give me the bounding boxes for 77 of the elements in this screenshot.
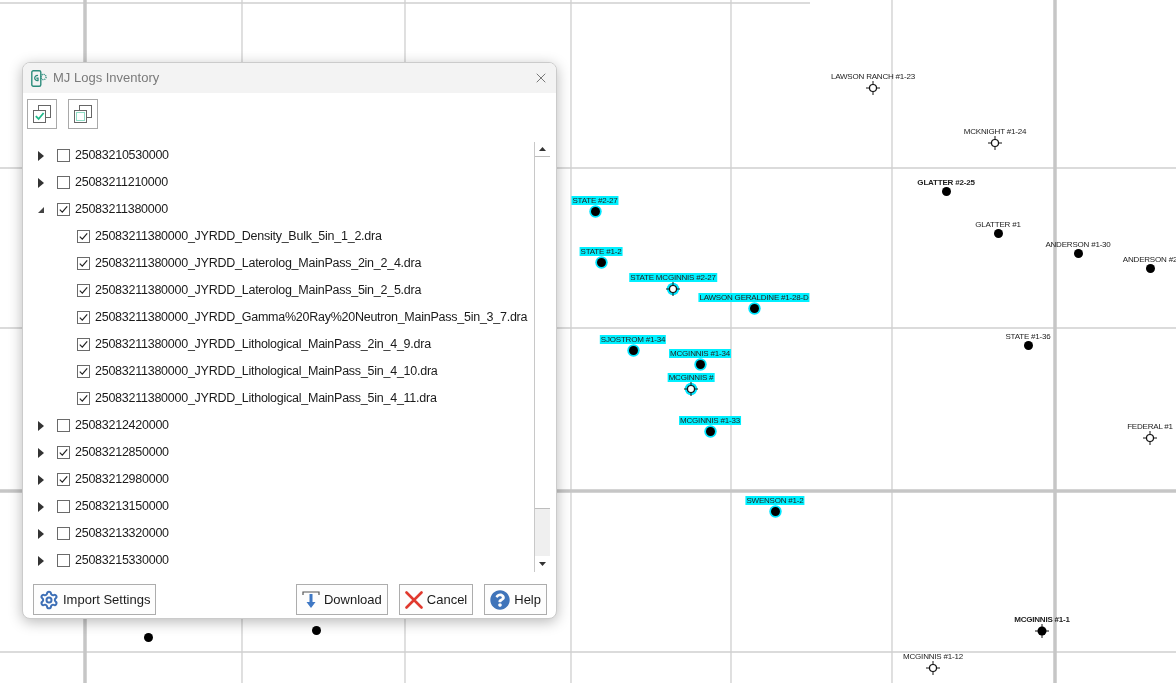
well-label: MCGINNIS # <box>667 373 715 382</box>
well-label: LAWSON RANCH #1-23 <box>829 72 917 81</box>
tree-item-label[interactable]: 25083211380000_JYRDD_Laterolog_MainPass_2in_2_4.dra <box>95 254 422 273</box>
well-label: STATE #2-27 <box>571 195 619 205</box>
well-label: MCKNIGHT #1-24 <box>962 127 1028 136</box>
caret-right-icon[interactable] <box>38 555 44 566</box>
caret-right-icon[interactable] <box>38 474 44 485</box>
caret-right-icon[interactable] <box>38 150 44 161</box>
well-label: GLATTER #1 <box>974 219 1022 229</box>
checkbox[interactable] <box>57 446 70 459</box>
tree-item-label[interactable]: 25083211380000_JYRDD_Laterolog_MainPass_5in_2_5.dra <box>95 281 422 300</box>
checkbox[interactable] <box>77 230 90 243</box>
caret-right-icon[interactable] <box>38 528 44 539</box>
tree-item-label[interactable]: 25083211210000 <box>75 173 168 192</box>
checkbox[interactable] <box>77 311 90 324</box>
caret-right-icon[interactable] <box>38 420 44 431</box>
well-label: MCGINNIS #1-34 <box>669 348 731 358</box>
well-label: FEDERAL #1 <box>1126 422 1174 431</box>
checkbox[interactable] <box>77 365 90 378</box>
well-label: MCGINNIS #1-12 <box>902 652 964 661</box>
caret-down-icon[interactable] <box>38 206 44 213</box>
tree-item-label[interactable]: 25083212980000 <box>75 470 169 489</box>
tree-item-label[interactable]: 25083213320000 <box>75 524 169 543</box>
well-label: STATE MCGINNIS #2-27 <box>629 273 717 282</box>
well-label: STATE #1-2 <box>579 246 623 256</box>
checkbox[interactable] <box>57 149 70 162</box>
import-settings-button[interactable]: Import Settings <box>33 584 157 615</box>
checkbox[interactable] <box>77 338 90 351</box>
checkbox[interactable] <box>57 419 70 432</box>
well-label: SWENSON #1-2 <box>745 495 805 505</box>
well-label: ANDERSON #2 <box>1121 254 1176 264</box>
tree-item-label[interactable]: 25083215330000 <box>75 551 169 570</box>
well-label: ANDERSON #1-30 <box>1044 239 1112 249</box>
tree-item-label[interactable]: 25083213150000 <box>75 497 169 516</box>
checked-squares-icon <box>32 104 52 124</box>
cancel-button[interactable]: Cancel <box>398 584 474 615</box>
app-logo-icon <box>31 69 48 87</box>
window-title: MJ Logs Inventory <box>53 69 160 88</box>
gear-icon <box>39 589 59 610</box>
download-button[interactable]: Download <box>295 584 388 615</box>
help-button[interactable]: Help <box>484 584 547 615</box>
checkbox[interactable] <box>57 554 70 567</box>
checkbox[interactable] <box>57 500 70 513</box>
check-all-button[interactable] <box>27 99 57 129</box>
checkbox[interactable] <box>57 203 70 216</box>
tree-item-label[interactable]: 25083211380000_JYRDD_Lithological_MainPass_2in_4_9.dra <box>95 335 431 354</box>
well-label: SJOSTROM #1-34 <box>599 334 667 344</box>
tree-item-label[interactable]: 25083211380000_JYRDD_Density_Bulk_5in_1_2.dra <box>95 227 382 246</box>
caret-right-icon[interactable] <box>38 177 44 188</box>
tree-item-label[interactable]: 25083211380000_JYRDD_Lithological_MainPass_5in_4_11.dra <box>95 389 437 408</box>
uncheck-all-button[interactable] <box>68 99 98 129</box>
well-label: MCGINNIS #1-33 <box>679 415 741 425</box>
checkbox[interactable] <box>77 392 90 405</box>
checkbox[interactable] <box>77 257 90 270</box>
tree-item-label[interactable]: 25083212420000 <box>75 416 169 435</box>
well-label: MCGINNIS #1-1 <box>1013 615 1071 624</box>
tree-item-label[interactable]: 25083212850000 <box>75 443 169 462</box>
well-label: LAWSON GERALDINE #1-28-D <box>698 292 810 302</box>
tree-item-label[interactable]: 25083211380000 <box>75 200 168 219</box>
triangle-down-icon <box>539 562 546 566</box>
download-arrow-icon <box>301 590 320 609</box>
help-icon <box>490 589 511 610</box>
well-label: GLATTER #2-25 <box>916 177 976 187</box>
tree-item-label[interactable]: 25083211380000_JYRDD_Gamma%20Ray%20Neutron_MainPass_5in_3_7.dra <box>95 308 528 327</box>
tree-item-label[interactable]: 25083211380000_JYRDD_Lithological_MainPass_5in_4_10.dra <box>95 362 438 381</box>
checkbox[interactable] <box>57 527 70 540</box>
triangle-up-icon <box>539 147 546 151</box>
checkbox[interactable] <box>77 284 90 297</box>
scrollbar-thumb[interactable] <box>535 156 550 509</box>
caret-right-icon[interactable] <box>38 447 44 458</box>
well-label: STATE #1-36 <box>1004 331 1052 341</box>
tree-item-label[interactable]: 25083210530000 <box>75 146 169 165</box>
dotted-squares-icon <box>73 104 93 124</box>
checkbox[interactable] <box>57 176 70 189</box>
checkbox[interactable] <box>57 473 70 486</box>
caret-right-icon[interactable] <box>38 501 44 512</box>
cross-icon <box>404 590 423 609</box>
